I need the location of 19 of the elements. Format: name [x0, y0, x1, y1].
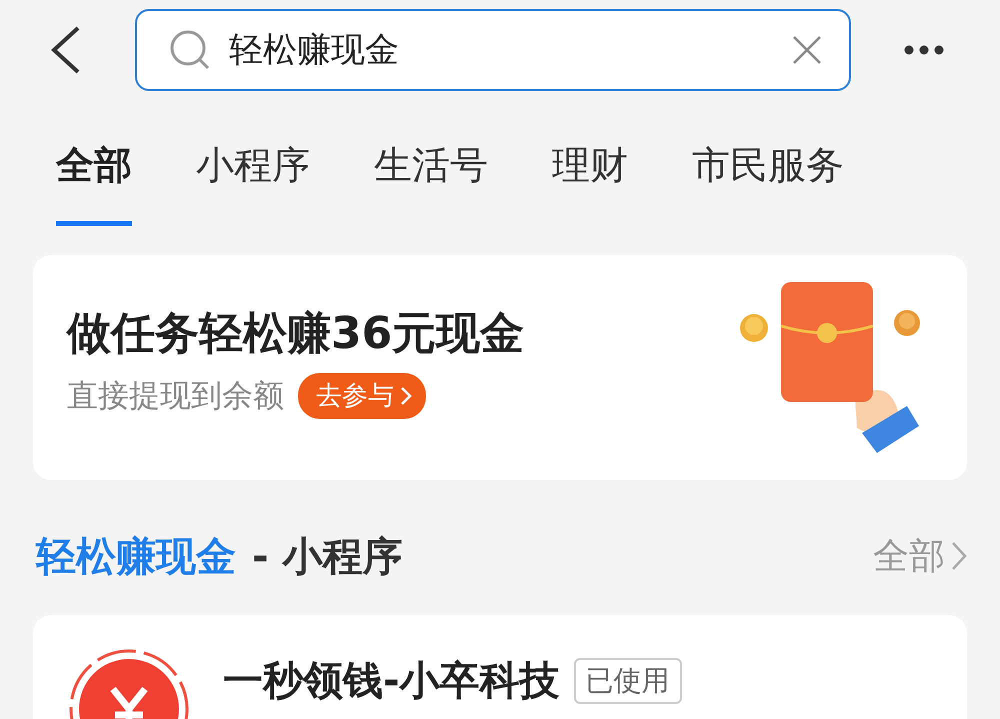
promo-title: 做任务轻松赚36元现金	[67, 307, 524, 361]
promo-subtitle: 直接提现到余额	[67, 377, 284, 416]
search-field[interactable]: 轻松赚现金	[135, 9, 851, 91]
search-icon	[169, 29, 211, 71]
tab[interactable]: 小程序	[196, 140, 310, 226]
result-title: 一秒领钱-小卒科技	[223, 657, 560, 706]
search-input[interactable]: 轻松赚现金	[229, 30, 781, 70]
tab[interactable]: 市民服务	[692, 140, 844, 226]
clear-icon[interactable]	[791, 34, 823, 66]
chevron-right-icon	[951, 541, 967, 571]
section-title: - 小程序	[252, 532, 403, 582]
more-icon[interactable]	[904, 45, 944, 55]
used-tag: 已使用	[574, 658, 682, 704]
query-keyword: 轻松赚现金	[36, 532, 236, 582]
result-card[interactable]: 一秒领钱-小卒科技 已使用	[33, 615, 967, 719]
tab[interactable]: 生活号	[374, 140, 488, 226]
tab[interactable]: 理财	[552, 140, 628, 226]
chevron-right-icon	[400, 386, 412, 406]
tab[interactable]: 全部	[56, 140, 132, 226]
